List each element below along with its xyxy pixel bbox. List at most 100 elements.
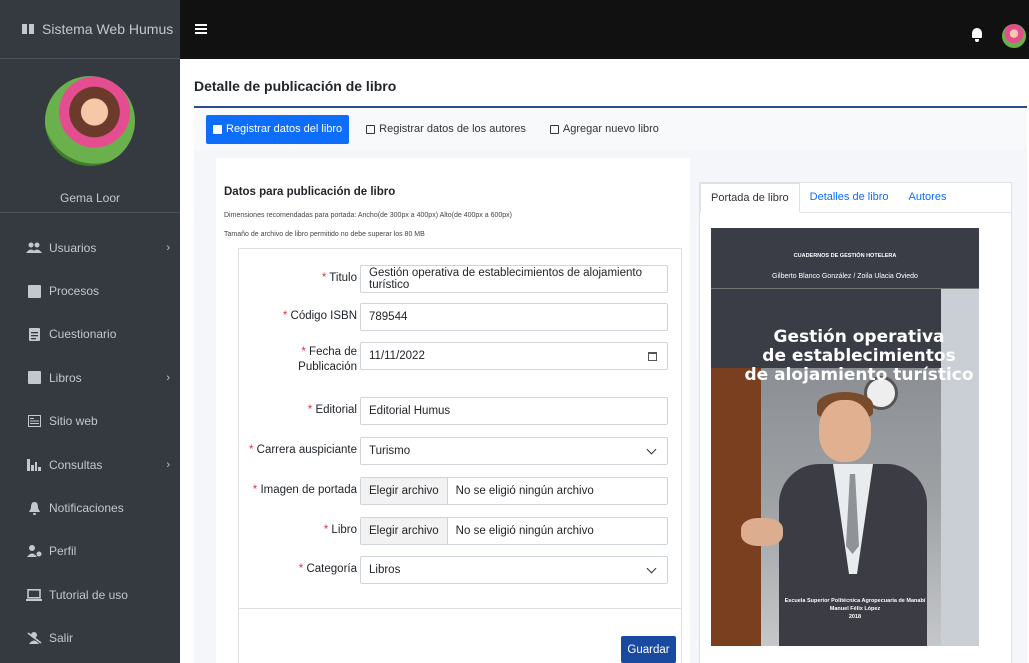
sidebar-item-label: Sitio web — [49, 414, 98, 429]
sidebar-item-label: Consultas — [49, 457, 103, 472]
logout-icon — [25, 631, 43, 645]
book-icon — [366, 124, 376, 134]
portada-label: * Imagen de portada — [252, 484, 357, 496]
portada-choose-button[interactable]: Elegir archivo — [361, 478, 448, 504]
sidebar-item-label: Usuarios — [49, 240, 97, 255]
isbn-label: * Código ISBN — [282, 310, 357, 322]
sidebar-nav: Usuarios › Procesos Cuestionario Libros … — [0, 226, 180, 660]
sidebar-item-usuarios[interactable]: Usuarios › — [0, 226, 180, 269]
isbn-input[interactable]: 789544 — [360, 303, 668, 331]
chevron-down-icon — [646, 563, 657, 574]
topbar — [180, 0, 1029, 59]
avatar — [45, 76, 135, 166]
user-avatar[interactable] — [1002, 24, 1026, 48]
website-icon — [25, 414, 43, 428]
book-cover-image: CUADERNOS DE GESTIÓN HOTELERA Gilberto B… — [711, 228, 979, 646]
tab-autores[interactable]: Autores — [899, 182, 957, 212]
libro-file-input[interactable]: Elegir archivo No se eligió ningún archi… — [360, 517, 668, 545]
titulo-input[interactable]: Gestión operativa de establecimientos de… — [360, 265, 668, 293]
portada-file-input[interactable]: Elegir archivo No se eligió ningún archi… — [360, 477, 668, 505]
save-button[interactable]: Guardar — [621, 636, 676, 663]
clipboard-icon — [25, 284, 43, 298]
libro-file-status: No se eligió ningún archivo — [455, 525, 594, 537]
bar-chart-icon — [25, 458, 43, 472]
cover-person-head — [819, 400, 871, 462]
cover-divider — [711, 288, 979, 289]
file-icon — [213, 124, 222, 134]
portada-file-status: No se eligió ningún archivo — [455, 485, 594, 497]
sidebar-item-label: Procesos — [49, 284, 100, 299]
user-cog-icon — [25, 544, 43, 558]
form-heading: Datos para publicación de libro — [224, 186, 396, 198]
brand[interactable]: Sistema Web Humus — [0, 0, 180, 59]
sidebar-item-consultas[interactable]: Consultas › — [0, 443, 180, 486]
tab-portada[interactable]: Portada de libro — [700, 183, 800, 213]
brand-name: Sistema Web Humus — [42, 21, 174, 37]
carrera-label: * Carrera auspiciante — [248, 444, 357, 456]
fecha-label: * Fecha de Publicación — [298, 346, 357, 373]
editorial-label: * Editorial — [307, 404, 357, 416]
cover-hand — [741, 518, 783, 546]
libro-label: * Libro — [323, 524, 357, 536]
sidebar-item-perfil[interactable]: Perfil — [0, 530, 180, 573]
chevron-right-icon: › — [166, 458, 170, 471]
laptop-icon — [25, 588, 43, 602]
categoria-label: * Categoría — [298, 563, 357, 575]
bell-icon — [25, 501, 43, 515]
preview-tabs: Portada de libro Detalles de libro Autor… — [700, 183, 1011, 213]
sidebar-item-salir[interactable]: Salir — [0, 617, 180, 660]
sidebar-item-cuestionario[interactable]: Cuestionario — [0, 313, 180, 356]
carrera-select[interactable]: Turismo — [360, 437, 668, 465]
sidebar-item-libros[interactable]: Libros › — [0, 356, 180, 399]
sidebar-item-procesos[interactable]: Procesos — [0, 269, 180, 312]
tab-label: Registrar datos de los autores — [379, 123, 526, 135]
preview-panel: Portada de libro Detalles de libro Autor… — [699, 182, 1012, 663]
page-title: Detalle de publicación de libro — [194, 78, 397, 94]
chevron-right-icon: › — [166, 371, 170, 384]
sidebar-item-label: Notificaciones — [49, 501, 124, 516]
tab-label: Agregar nuevo libro — [562, 123, 659, 135]
tab-registrar-autores[interactable]: Registrar datos de los autores — [359, 115, 533, 144]
sidebar-item-sitio-web[interactable]: Sitio web — [0, 400, 180, 443]
menu-icon[interactable] — [195, 24, 207, 34]
calendar-icon[interactable] — [648, 352, 657, 361]
users-icon — [25, 241, 43, 255]
book-card: Registrar datos del libro Registrar dato… — [194, 106, 1027, 663]
cover-footer: Escuela Superior Politécnica Agropecuari… — [784, 598, 926, 620]
book-icon — [25, 371, 43, 385]
cover-title: Gestión operativa de establecimientos de… — [744, 327, 974, 385]
book-icon — [22, 24, 34, 34]
chevron-down-icon — [646, 444, 657, 455]
sidebar-item-tutorial[interactable]: Tutorial de uso — [0, 573, 180, 616]
chevron-right-icon: › — [166, 241, 170, 254]
sidebar-item-label: Cuestionario — [49, 327, 117, 342]
fecha-input[interactable]: 11/11/2022 — [360, 342, 668, 370]
sidebar-item-label: Tutorial de uso — [49, 587, 128, 602]
sidebar-item-notificaciones[interactable]: Notificaciones — [0, 486, 180, 529]
hint-dimensions: Dimensiones recomendadas para portada: A… — [224, 212, 512, 219]
top-tabs: Registrar datos del libro Registrar dato… — [194, 108, 1027, 150]
form-pane: Datos para publicación de libro Dimensio… — [216, 158, 690, 663]
libro-choose-button[interactable]: Elegir archivo — [361, 518, 448, 544]
editorial-input[interactable]: Editorial Humus — [360, 397, 668, 425]
tab-registrar-libro[interactable]: Registrar datos del libro — [206, 114, 350, 144]
sidebar: Sistema Web Humus Gema Loor Usuarios › P… — [0, 0, 180, 663]
hint-size: Tamaño de archivo de libro permitido no … — [224, 231, 425, 238]
user-name: Gema Loor — [59, 191, 121, 205]
book-form: * Titulo Gestión operativa de establecim… — [238, 248, 682, 663]
tab-detalles[interactable]: Detalles de libro — [800, 182, 899, 212]
cover-collection: CUADERNOS DE GESTIÓN HOTELERA — [793, 253, 897, 259]
sidebar-item-label: Libros — [49, 370, 82, 385]
user-panel: Gema Loor — [0, 59, 180, 213]
copy-icon — [549, 124, 559, 134]
cover-authors: Gilberto Blanco González / Zoila Ulacia … — [772, 273, 918, 280]
main-content: Detalle de publicación de libro Registra… — [180, 59, 1029, 663]
tab-label: Registrar datos del libro — [226, 123, 343, 135]
sidebar-item-label: Salir — [49, 631, 74, 646]
categoria-select[interactable]: Libros — [360, 556, 668, 584]
file-text-icon — [25, 327, 43, 341]
bell-icon[interactable] — [972, 28, 982, 42]
form-footer: Guardar — [238, 608, 682, 663]
tab-agregar-libro[interactable]: Agregar nuevo libro — [543, 115, 666, 144]
titulo-label: * Titulo — [321, 272, 357, 284]
